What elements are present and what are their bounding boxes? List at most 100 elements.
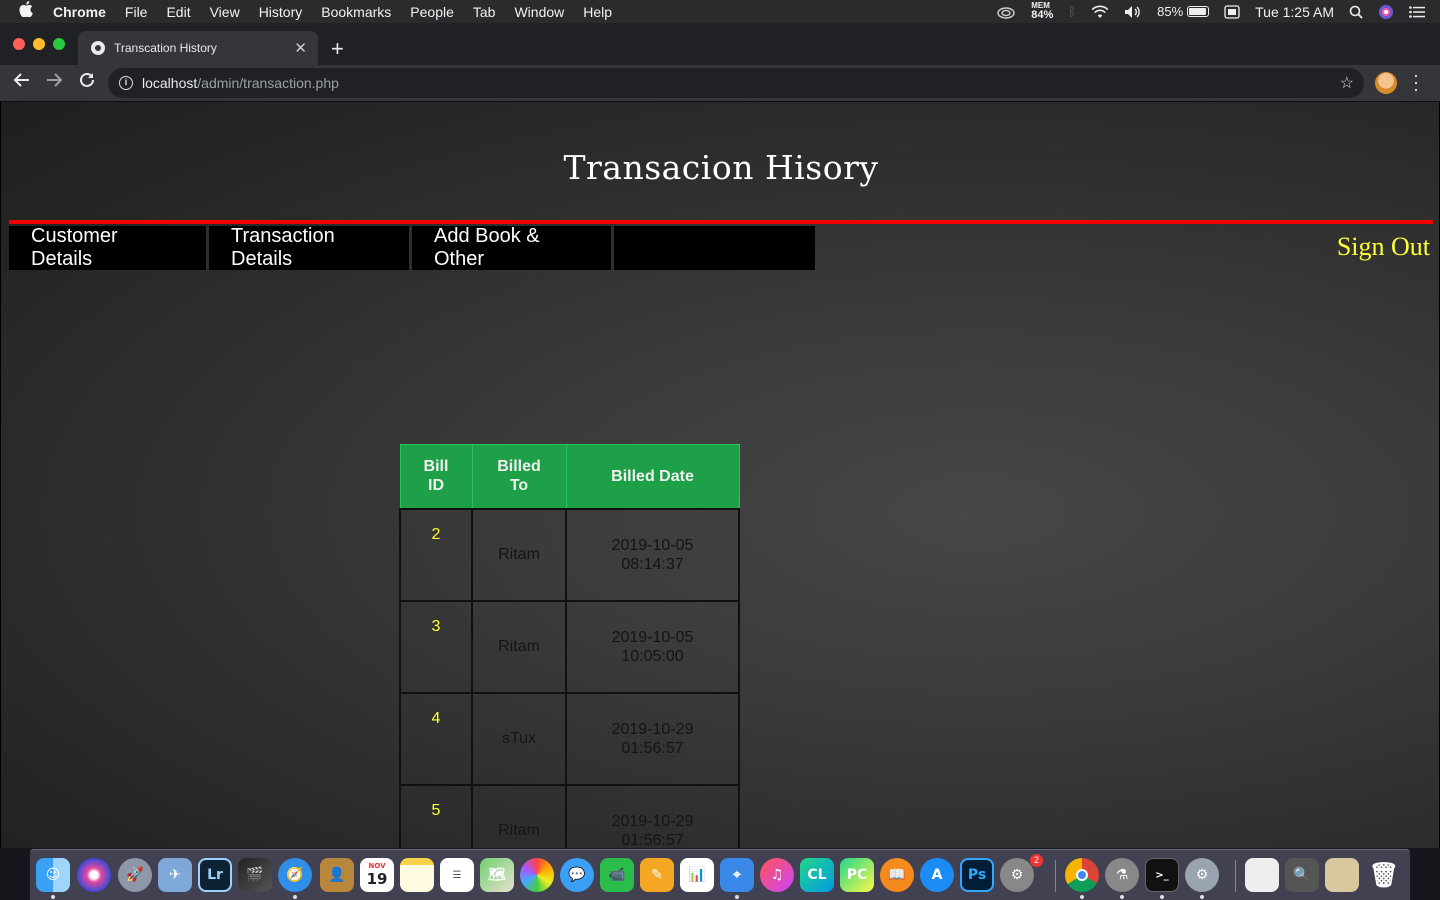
menu-view[interactable]: View bbox=[210, 4, 240, 20]
installer-icon[interactable]: ⚗ bbox=[1105, 858, 1139, 892]
bill-id-cell: 2 bbox=[399, 507, 473, 602]
nav-customer-details[interactable]: Customer Details bbox=[9, 225, 209, 270]
billed-to-cell: Ritam bbox=[471, 783, 567, 848]
menu-tab[interactable]: Tab bbox=[473, 4, 496, 20]
menu-clock[interactable]: Tue 1:25 AM bbox=[1255, 4, 1334, 20]
launchpad-icon[interactable]: 🚀 bbox=[118, 858, 152, 892]
billed-date: 2019-10-05 bbox=[611, 628, 694, 646]
globe-icon bbox=[91, 41, 105, 55]
music-icon[interactable]: ♫ bbox=[760, 858, 794, 892]
notes-icon[interactable] bbox=[400, 858, 434, 892]
menu-app-name[interactable]: Chrome bbox=[53, 4, 106, 20]
pages-icon[interactable]: ✎ bbox=[640, 858, 674, 892]
menu-help[interactable]: Help bbox=[583, 4, 612, 20]
back-arrow-icon[interactable] bbox=[13, 71, 31, 94]
app-store-icon[interactable]: A bbox=[920, 858, 954, 892]
new-tab-button[interactable]: + bbox=[331, 36, 344, 62]
reminders-icon[interactable]: ☰ bbox=[440, 858, 474, 892]
battery-status[interactable]: 85% bbox=[1157, 4, 1210, 19]
table-row: 2 Ritam 2019-10-05 08:14:37 bbox=[399, 507, 740, 602]
close-tab-icon[interactable]: ✕ bbox=[294, 39, 307, 57]
notification-center-icon[interactable] bbox=[1409, 5, 1425, 18]
profile-avatar[interactable] bbox=[1375, 72, 1397, 94]
spotlight-search-icon[interactable] bbox=[1349, 5, 1363, 19]
page-title: Transacion Hisory bbox=[563, 148, 879, 187]
finder-icon[interactable]: ☺ bbox=[36, 858, 70, 892]
volume-icon[interactable] bbox=[1124, 5, 1142, 19]
nav-add-book-other[interactable]: Add Book & Other bbox=[412, 225, 614, 270]
billed-date-cell: 2019-10-29 01:56:57 bbox=[565, 691, 740, 786]
keynote-icon[interactable]: ⌖ bbox=[720, 858, 754, 892]
clion-icon[interactable]: CL bbox=[800, 858, 834, 892]
nav-transaction-details[interactable]: Transaction Details bbox=[209, 225, 412, 270]
running-indicator bbox=[1160, 895, 1164, 899]
downloads-stack-icon[interactable] bbox=[1325, 858, 1359, 892]
battery-icon bbox=[1187, 6, 1210, 17]
menu-people[interactable]: People bbox=[410, 4, 454, 20]
lightroom-icon[interactable]: Lr bbox=[198, 858, 232, 892]
browser-tab[interactable]: Transcation History ✕ bbox=[78, 31, 318, 65]
screenshot-folder-icon[interactable]: 🔍 bbox=[1285, 858, 1319, 892]
bluetooth-icon[interactable]: ᛒ bbox=[1068, 4, 1076, 19]
photoshop-icon[interactable]: Ps bbox=[960, 858, 994, 892]
cloud-icon[interactable] bbox=[996, 5, 1016, 19]
safari-icon[interactable]: 🧭 bbox=[278, 858, 312, 892]
photos-icon[interactable] bbox=[520, 858, 554, 892]
siri-app-icon[interactable] bbox=[77, 858, 111, 892]
calendar-icon[interactable]: NOV 19 bbox=[360, 858, 394, 892]
info-icon[interactable]: i bbox=[119, 76, 133, 90]
menu-bookmarks[interactable]: Bookmarks bbox=[321, 4, 391, 20]
siri-icon[interactable] bbox=[1378, 4, 1394, 20]
preview-icon[interactable]: ✈ bbox=[158, 858, 192, 892]
billed-date-cell: 2019-10-05 08:14:37 bbox=[565, 507, 740, 602]
menu-bar: Chrome File Edit View History Bookmarks … bbox=[0, 0, 1440, 23]
address-bar[interactable]: i localhost/admin/transaction.php ☆ bbox=[108, 68, 1364, 98]
facetime-icon[interactable]: 📹 bbox=[600, 858, 634, 892]
running-indicator bbox=[1120, 895, 1124, 899]
sign-out-link[interactable]: Sign Out bbox=[1337, 232, 1430, 262]
header-billed-date: Billed Date bbox=[565, 444, 740, 509]
final-cut-icon[interactable]: 🎬 bbox=[238, 858, 272, 892]
maps-icon[interactable]: 🗺 bbox=[480, 858, 514, 892]
minimize-window-button[interactable] bbox=[33, 38, 45, 50]
more-menu-icon[interactable]: · · · bbox=[1413, 66, 1419, 98]
close-window-button[interactable] bbox=[13, 38, 25, 50]
page-content: Transacion Hisory Customer Details Trans… bbox=[0, 102, 1440, 848]
trash-icon[interactable]: 🗑 bbox=[1367, 858, 1401, 892]
contacts-icon[interactable]: 👤 bbox=[320, 858, 354, 892]
chrome-icon[interactable] bbox=[1065, 858, 1099, 892]
table-row: 4 sTux 2019-10-29 01:56:57 bbox=[399, 691, 740, 786]
table-row: 5 Ritam 2019-10-29 01:56:57 bbox=[399, 783, 740, 849]
forward-arrow-icon[interactable] bbox=[45, 71, 63, 94]
running-indicator bbox=[51, 895, 55, 899]
input-source-icon[interactable] bbox=[1224, 4, 1240, 19]
billed-to-cell: Ritam bbox=[471, 507, 567, 602]
menu-history[interactable]: History bbox=[259, 4, 303, 20]
memory-monitor[interactable]: MEM 84% bbox=[1031, 2, 1053, 21]
header-bill-id: Bill ID bbox=[399, 444, 473, 509]
messages-icon[interactable]: 💬 bbox=[560, 858, 594, 892]
settings-gear-icon[interactable]: ⚙ bbox=[1185, 858, 1219, 892]
running-indicator bbox=[1200, 895, 1204, 899]
apple-menu-icon[interactable] bbox=[19, 1, 37, 22]
maximize-window-button[interactable] bbox=[53, 38, 65, 50]
wifi-icon[interactable] bbox=[1091, 5, 1109, 19]
menu-window[interactable]: Window bbox=[514, 4, 564, 20]
header-label: Billed To bbox=[497, 458, 541, 495]
dock-separator bbox=[1235, 860, 1236, 892]
menu-file[interactable]: File bbox=[125, 4, 148, 20]
reload-icon[interactable] bbox=[78, 71, 96, 94]
dock: ☺ 🚀 ✈ Lr 🎬 🧭 👤 NOV 19 ☰ 🗺 💬 📹 ✎ 📊 ⌖ ♫ CL… bbox=[30, 849, 1410, 900]
books-icon[interactable]: 📖 bbox=[880, 858, 914, 892]
menu-edit[interactable]: Edit bbox=[166, 4, 190, 20]
document-stack-icon[interactable] bbox=[1245, 858, 1279, 892]
system-preferences-icon[interactable]: ⚙ bbox=[1000, 858, 1034, 892]
header-billed-to: Billed To bbox=[471, 444, 567, 509]
terminal-icon[interactable]: >_ bbox=[1145, 858, 1179, 892]
bookmark-star-icon[interactable]: ☆ bbox=[1340, 73, 1354, 93]
numbers-icon[interactable]: 📊 bbox=[680, 858, 714, 892]
billed-date: 2019-10-29 bbox=[611, 812, 694, 830]
billed-time: 01:56:57 bbox=[621, 831, 684, 849]
pycharm-icon[interactable]: PC bbox=[840, 858, 874, 892]
browser-toolbar: i localhost/admin/transaction.php ☆ bbox=[0, 65, 1440, 102]
